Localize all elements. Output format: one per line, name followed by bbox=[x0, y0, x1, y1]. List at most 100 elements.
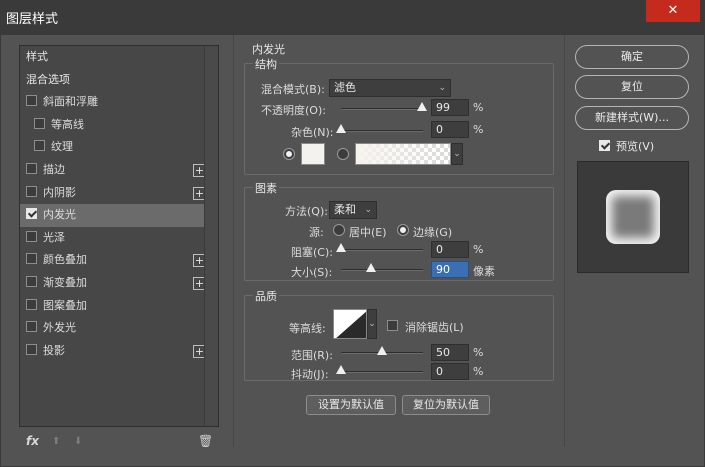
opacity-label: 不透明度(O): bbox=[261, 104, 326, 117]
blend-options-item[interactable]: 混合选项 bbox=[20, 69, 206, 92]
center-label: 居中(E) bbox=[349, 226, 387, 239]
preview-label: 预览(V) bbox=[616, 140, 655, 153]
blend-mode-label: 混合模式(B): bbox=[261, 83, 325, 96]
style-item-label: 渐变叠加 bbox=[43, 275, 87, 289]
preview-thumbnail bbox=[577, 161, 689, 273]
style-item-label: 描边 bbox=[43, 162, 65, 176]
opacity-slider[interactable] bbox=[341, 108, 423, 110]
style-item-checkbox[interactable] bbox=[34, 117, 45, 129]
glow-color-swatch[interactable] bbox=[301, 143, 325, 165]
jitter-unit: % bbox=[473, 365, 484, 378]
style-item-label: 内阴影 bbox=[43, 185, 76, 199]
contour-label: 等高线: bbox=[289, 322, 326, 335]
size-slider[interactable] bbox=[341, 269, 423, 271]
center-radio[interactable] bbox=[333, 224, 345, 236]
structure-group: 结构 混合模式(B): 滤色 ⌄ 不透明度(O): 99 % 杂色(N): 0 … bbox=[244, 56, 554, 175]
move-down-icon[interactable]: ⬇ bbox=[74, 436, 84, 447]
noise-label: 杂色(N): bbox=[291, 126, 334, 139]
edge-radio[interactable] bbox=[397, 224, 409, 236]
source-label: 源: bbox=[309, 226, 324, 239]
choke-slider[interactable] bbox=[341, 249, 423, 251]
elements-group: 图素 方法(Q): 柔和 ⌄ 源: 居中(E) 边缘(G) 阻塞(C): 0 %… bbox=[244, 180, 554, 281]
style-item[interactable]: 等高线 bbox=[20, 114, 206, 137]
reset-default-button[interactable]: 复位为默认值 bbox=[402, 395, 490, 415]
choke-label: 阻塞(C): bbox=[291, 246, 333, 259]
title-bar: 图层样式 ✕ bbox=[0, 0, 705, 34]
style-item-label: 外发光 bbox=[43, 321, 76, 335]
technique-select[interactable]: 柔和 ⌄ bbox=[329, 201, 377, 219]
style-item-checkbox[interactable] bbox=[26, 185, 37, 197]
move-up-icon[interactable]: ⬆ bbox=[52, 436, 62, 447]
style-item[interactable]: 外发光 bbox=[20, 317, 206, 340]
style-item[interactable]: 图案叠加 bbox=[20, 295, 206, 318]
range-input[interactable]: 50 bbox=[431, 344, 469, 361]
new-style-button[interactable]: 新建样式(W)... bbox=[575, 106, 689, 130]
style-item-checkbox[interactable] bbox=[26, 230, 37, 242]
glow-gradient-picker[interactable] bbox=[355, 143, 451, 165]
gradient-radio[interactable] bbox=[337, 148, 349, 160]
ok-button[interactable]: 确定 bbox=[575, 45, 689, 69]
style-item-checkbox[interactable] bbox=[26, 253, 37, 265]
anti-alias-checkbox[interactable] bbox=[387, 320, 398, 331]
contour-picker[interactable] bbox=[333, 309, 367, 339]
opacity-unit: % bbox=[473, 101, 484, 114]
style-item[interactable]: 内阴影 + bbox=[20, 182, 206, 205]
style-item-checkbox[interactable] bbox=[26, 298, 37, 310]
style-item[interactable]: 纹理 bbox=[20, 136, 206, 159]
style-item-checkbox[interactable] bbox=[26, 162, 37, 174]
style-item-checkbox[interactable] bbox=[26, 95, 37, 107]
jitter-slider-thumb[interactable] bbox=[336, 365, 346, 374]
style-item[interactable]: 渐变叠加 + bbox=[20, 272, 206, 295]
size-input[interactable]: 90 bbox=[431, 261, 469, 278]
choke-unit: % bbox=[473, 243, 484, 256]
style-item-checkbox[interactable] bbox=[34, 140, 45, 152]
quality-legend: 品质 bbox=[253, 288, 279, 304]
choke-input[interactable]: 0 bbox=[431, 241, 469, 258]
styles-list: 样式 混合选项 斜面和浮雕 等高线纹理描边 + 内阴影 + 内发光光泽颜色叠加 + 渐变叠加 +… bbox=[20, 46, 206, 362]
opacity-slider-thumb[interactable] bbox=[417, 102, 428, 111]
styles-footer: fx ⬆ ⬇ 🗑 bbox=[20, 430, 220, 452]
style-item[interactable]: 投影 + bbox=[20, 340, 206, 363]
style-item-checkbox[interactable] bbox=[26, 275, 37, 287]
style-item[interactable]: 光泽 bbox=[20, 227, 206, 250]
blend-mode-value: 滤色 bbox=[334, 81, 356, 94]
inner-glow-title: 内发光 bbox=[252, 43, 285, 56]
contour-dropdown-chevron-icon[interactable]: ⌄ bbox=[367, 309, 377, 339]
preview-checkbox[interactable] bbox=[599, 140, 610, 151]
jitter-input[interactable]: 0 bbox=[431, 363, 469, 380]
size-slider-thumb[interactable] bbox=[365, 263, 376, 272]
style-item-checkbox[interactable] bbox=[26, 208, 37, 220]
style-item[interactable]: 描边 + bbox=[20, 159, 206, 182]
noise-slider[interactable] bbox=[341, 130, 423, 132]
style-item[interactable]: 内发光 bbox=[20, 204, 206, 227]
style-item-checkbox[interactable] bbox=[26, 343, 37, 355]
style-item[interactable]: 颜色叠加 + bbox=[20, 249, 206, 272]
color-radio[interactable] bbox=[283, 148, 295, 160]
quality-group: 品质 等高线: ⌄ 消除锯齿(L) 范围(R): 50 % 抖动(J): 0 % bbox=[244, 288, 554, 381]
style-item-label: 纹理 bbox=[51, 140, 73, 154]
style-item-label: 光泽 bbox=[43, 230, 65, 244]
jitter-slider[interactable] bbox=[341, 371, 423, 373]
styles-scrollbar[interactable] bbox=[204, 46, 218, 426]
chevron-down-icon: ⌄ bbox=[364, 205, 372, 215]
choke-slider-thumb[interactable] bbox=[336, 243, 346, 252]
preview-toggle[interactable]: 预览(V) bbox=[599, 138, 654, 154]
style-item-checkbox[interactable] bbox=[26, 321, 37, 333]
make-default-button[interactable]: 设置为默认值 bbox=[306, 395, 396, 415]
noise-input[interactable]: 0 bbox=[431, 121, 469, 138]
range-unit: % bbox=[473, 346, 484, 359]
noise-slider-thumb[interactable] bbox=[336, 124, 346, 133]
opacity-input[interactable]: 99 bbox=[431, 99, 469, 116]
reset-button[interactable]: 复位 bbox=[575, 75, 689, 99]
style-item[interactable]: 斜面和浮雕 bbox=[20, 91, 206, 114]
fx-button[interactable]: fx bbox=[26, 434, 39, 448]
trash-icon[interactable]: 🗑 bbox=[198, 434, 213, 448]
range-slider-thumb[interactable] bbox=[377, 346, 387, 355]
window-title: 图层样式 bbox=[6, 12, 59, 27]
styles-header[interactable]: 样式 bbox=[20, 46, 206, 69]
style-item-label: 投影 bbox=[43, 343, 65, 357]
gradient-dropdown-chevron-icon[interactable]: ⌄ bbox=[451, 143, 463, 165]
inner-glow-panel: 内发光 结构 混合模式(B): 滤色 ⌄ 不透明度(O): 99 % 杂色(N)… bbox=[233, 35, 565, 447]
blend-mode-select[interactable]: 滤色 ⌄ bbox=[329, 79, 451, 97]
close-button[interactable]: ✕ bbox=[646, 0, 700, 22]
